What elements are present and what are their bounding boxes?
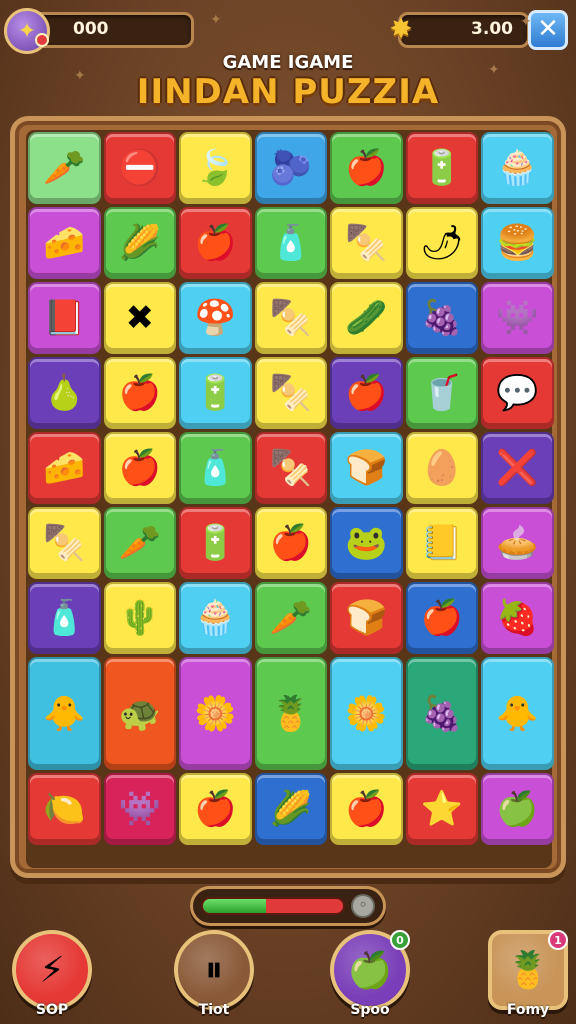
- chick-tile[interactable]: 🐥: [481, 657, 554, 770]
- note-tile[interactable]: 📒: [405, 507, 478, 579]
- button-badge: 1: [548, 930, 568, 950]
- apple-tile[interactable]: 🍎: [330, 357, 403, 429]
- ball-tile[interactable]: ⛔: [103, 132, 176, 204]
- apple-tile[interactable]: 🍎: [330, 132, 403, 204]
- flower-tile[interactable]: 🌼: [330, 657, 403, 770]
- apple-icon: 🍏: [347, 950, 393, 991]
- carrot-tile[interactable]: 🥕: [254, 582, 327, 654]
- skewer-tile[interactable]: 🍢: [254, 357, 327, 429]
- wand-icon[interactable]: ✦: [4, 8, 50, 54]
- chick-tile[interactable]: 🐥: [28, 657, 101, 770]
- grape-tile[interactable]: 🍇: [405, 282, 478, 354]
- cupcake-tile[interactable]: 🧁: [481, 132, 554, 204]
- sop-button[interactable]: ⚡: [12, 930, 92, 1010]
- cheese-tile[interactable]: 🧀: [28, 432, 101, 504]
- cupcake-tile[interactable]: 🧁: [179, 582, 252, 654]
- skewer-tile[interactable]: 🍢: [254, 432, 327, 504]
- pear-tile[interactable]: 🍐: [28, 357, 101, 429]
- monster-tile[interactable]: 👾: [103, 773, 176, 845]
- skewer-tile[interactable]: 🍢: [330, 207, 403, 279]
- battery-tile[interactable]: 🔋: [179, 357, 252, 429]
- book-tile[interactable]: 📕: [28, 282, 101, 354]
- top-hud: 000 ✦ 3.00 ✸ ✕: [0, 8, 576, 54]
- carrot-tile[interactable]: 🥕: [103, 507, 176, 579]
- star-coin-icon: ✸: [389, 12, 413, 45]
- spoo-button-label: Spoo: [350, 1002, 390, 1018]
- leaf-tile[interactable]: 🍃: [179, 132, 252, 204]
- apple-tile[interactable]: 🍎: [103, 357, 176, 429]
- fomy-button[interactable]: 🍍 1: [488, 930, 568, 1010]
- bottle-tile[interactable]: 🧴: [179, 432, 252, 504]
- bubble-tile[interactable]: 💬: [481, 357, 554, 429]
- sparkle-icon: ✦: [520, 14, 532, 30]
- apple-tile[interactable]: 🍎: [330, 773, 403, 845]
- fomy-button-label: Fomy: [506, 1002, 550, 1018]
- skewer-tile[interactable]: 🍢: [28, 507, 101, 579]
- cross-tile[interactable]: ✖: [103, 282, 176, 354]
- apple-tile[interactable]: 🍎: [254, 507, 327, 579]
- cactus-tile[interactable]: 🌵: [103, 582, 176, 654]
- star-tile[interactable]: ⭐: [405, 773, 478, 845]
- puzzle-board: 🥕 ⛔ 🍃 🫐 🍎 🔋 🧁 🧀 🌽 🍎 🧴 🍢 🌶 🍔 📕 ✖ 🍄 🍢 🥒 🍇 👾 🍐 🍎 🔋 🍢 🍎 🥤 💬 🧀 🍎 🧴 🍢 🍞 🥚 ❌ 🍢 🥕 🔋 🍎 🐸…: [26, 130, 554, 868]
- tiot-button[interactable]: ⏸: [174, 930, 254, 1010]
- cheese-tile[interactable]: 🧀: [28, 207, 101, 279]
- skewer-tile[interactable]: 🍢: [254, 282, 327, 354]
- bread-tile[interactable]: 🍞: [330, 432, 403, 504]
- battery-tile[interactable]: 🔋: [405, 132, 478, 204]
- sparkle-icon: ✦: [210, 12, 222, 28]
- pineapple-icon: 🍍: [505, 950, 551, 991]
- coin-value: 3.00: [471, 19, 513, 39]
- apple-tile[interactable]: 🍎: [103, 432, 176, 504]
- bread-tile[interactable]: 🍞: [330, 582, 403, 654]
- corn-tile[interactable]: 🌽: [103, 207, 176, 279]
- tiot-button-label: Tiot: [198, 1002, 230, 1018]
- score-value: 000: [73, 19, 109, 39]
- game-subtitle: GAME IGAME: [222, 52, 354, 73]
- berry-tile[interactable]: 🫐: [254, 132, 327, 204]
- pie-tile[interactable]: 🥧: [481, 507, 554, 579]
- spoo-button[interactable]: 🍏 0: [330, 930, 410, 1010]
- cucumber-tile[interactable]: 🥒: [330, 282, 403, 354]
- lemon-tile[interactable]: 🍋: [28, 773, 101, 845]
- progress-fill: [203, 899, 266, 913]
- bottle-tile[interactable]: 🧴: [254, 207, 327, 279]
- close-icon: ✕: [537, 14, 559, 44]
- close-button[interactable]: ✕: [528, 10, 568, 50]
- corn-tile[interactable]: 🌽: [254, 773, 327, 845]
- level-progress: ◦: [190, 886, 386, 926]
- pineapple-tile[interactable]: 🍍: [254, 657, 327, 770]
- monster-tile[interactable]: 👾: [481, 282, 554, 354]
- mushroom-tile[interactable]: 🍄: [179, 282, 252, 354]
- pepper-tile[interactable]: 🌶: [405, 207, 478, 279]
- bottle-tile[interactable]: 🧴: [28, 582, 101, 654]
- carrot-tile[interactable]: 🥕: [28, 132, 101, 204]
- apple-tile[interactable]: 🍎: [179, 773, 252, 845]
- settings-knob-icon[interactable]: ◦: [351, 894, 375, 918]
- berry-tile[interactable]: 🍓: [481, 582, 554, 654]
- flower-tile[interactable]: 🌼: [179, 657, 252, 770]
- progress-track: [201, 897, 345, 915]
- notification-dot: [35, 33, 49, 47]
- sop-button-label: SOP: [35, 1002, 69, 1018]
- button-badge: 0: [390, 930, 410, 950]
- coin-display: 3.00: [398, 12, 530, 48]
- apple-tile[interactable]: 🍎: [179, 207, 252, 279]
- grape-tile[interactable]: 🍇: [405, 657, 478, 770]
- lightning-icon: ⚡: [39, 949, 65, 991]
- turtle-tile[interactable]: 🐢: [103, 657, 176, 770]
- pause-icon: ⏸: [205, 949, 223, 990]
- egg-tile[interactable]: 🥚: [405, 432, 478, 504]
- game-title: IINDAN PUZZIA: [136, 72, 440, 112]
- burger-tile[interactable]: 🍔: [481, 207, 554, 279]
- battery-tile[interactable]: 🔋: [179, 507, 252, 579]
- apple-tile[interactable]: 🍎: [405, 582, 478, 654]
- frog-tile[interactable]: 🐸: [330, 507, 403, 579]
- cup-tile[interactable]: 🥤: [405, 357, 478, 429]
- cross-tile[interactable]: ❌: [481, 432, 554, 504]
- green-apple-tile[interactable]: 🍏: [481, 773, 554, 845]
